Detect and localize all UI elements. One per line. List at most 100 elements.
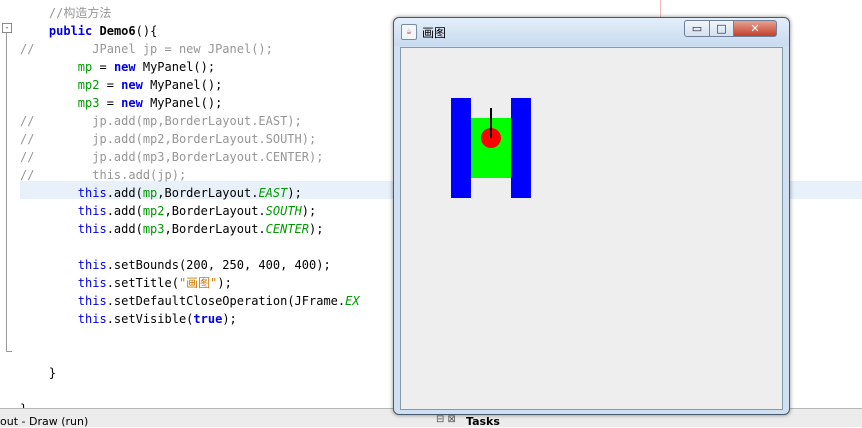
- code-token: .add(: [106, 204, 143, 218]
- code-token: public: [48, 24, 93, 38]
- code-token: mp3: [142, 222, 165, 236]
- code-line: // JPanel jp = new JPanel();: [20, 40, 273, 58]
- code-token: this: [77, 276, 107, 290]
- code-line: this.add(mp,BorderLayout.EAST);: [20, 184, 302, 202]
- code-token: mp: [142, 186, 158, 200]
- code-line: this.setDefaultCloseOperation(JFrame.EX: [20, 292, 360, 310]
- code-token: mp: [77, 60, 93, 74]
- code-token: this: [77, 294, 107, 308]
- code-token: );: [217, 276, 232, 290]
- output-tab-label[interactable]: out - Draw (run): [0, 415, 88, 428]
- code-token: .setBounds(200, 250, 400, 400);: [106, 258, 331, 272]
- minimize-button[interactable]: ▭: [684, 20, 710, 37]
- code-token: ,BorderLayout.: [164, 204, 266, 218]
- code-token: .add(: [106, 186, 143, 200]
- code-token: CENTER: [265, 222, 310, 236]
- code-line: //构造方法: [20, 4, 111, 22]
- code-token: EAST: [258, 186, 288, 200]
- code-token: EX: [345, 294, 360, 308]
- code-token: MyPanel();: [142, 96, 223, 110]
- code-token: );: [309, 222, 324, 236]
- code-token: new: [113, 60, 136, 74]
- code-token: MyPanel();: [135, 60, 216, 74]
- java-cup-icon[interactable]: ☕: [401, 24, 417, 40]
- tank-right-track: [511, 98, 531, 198]
- code-line: mp3 = new MyPanel();: [20, 94, 223, 112]
- code-token: =: [92, 60, 114, 74]
- code-token: // jp.add(mp3,BorderLayout.CENTER);: [20, 150, 324, 164]
- code-token: this: [77, 222, 107, 236]
- tasks-tab-label[interactable]: Tasks: [466, 415, 500, 428]
- code-token: mp2: [77, 78, 100, 92]
- code-token: );: [222, 312, 237, 326]
- drawing-window[interactable]: ☕ 画图 ▭ □ ✕: [393, 17, 790, 415]
- code-token: .add(: [106, 222, 143, 236]
- code-token: .setVisible(: [106, 312, 194, 326]
- code-token: true: [193, 312, 223, 326]
- code-token: mp3: [77, 96, 100, 110]
- code-token: //构造方法: [48, 6, 112, 20]
- code-token: MyPanel();: [142, 78, 223, 92]
- code-token: .setDefaultCloseOperation(JFrame.: [106, 294, 346, 308]
- drawing-canvas: [400, 47, 783, 410]
- tank-left-track: [451, 98, 471, 198]
- code-token: // jp.add(mp2,BorderLayout.SOUTH);: [20, 132, 317, 146]
- code-line: mp = new MyPanel();: [20, 58, 215, 76]
- code-token: this: [77, 204, 107, 218]
- code-token: .setTitle(: [106, 276, 179, 290]
- code-line: this.add(mp2,BorderLayout.SOUTH);: [20, 202, 316, 220]
- code-line: // this.add(jp);: [20, 166, 186, 184]
- close-button[interactable]: ✕: [733, 20, 777, 37]
- code-token: (){: [135, 24, 158, 38]
- fold-toggle-icon[interactable]: -: [2, 23, 12, 33]
- code-line: public Demo6(){: [20, 22, 157, 40]
- code-token: // JPanel jp = new JPanel();: [20, 42, 273, 56]
- code-line: // jp.add(mp2,BorderLayout.SOUTH);: [20, 130, 316, 148]
- code-token: // this.add(jp);: [20, 168, 187, 182]
- maximize-button[interactable]: □: [709, 20, 734, 37]
- code-token: "画图": [178, 276, 218, 290]
- code-token: SOUTH: [265, 204, 302, 218]
- panel-control-icons[interactable]: ⊟ ⊠: [436, 414, 456, 425]
- code-line: this.setTitle("画图");: [20, 274, 232, 292]
- code-token: );: [287, 186, 302, 200]
- code-line: }: [20, 364, 56, 382]
- code-line: // jp.add(mp,BorderLayout.EAST);: [20, 112, 302, 130]
- fold-guide-end: [6, 351, 12, 352]
- code-line: // jp.add(mp3,BorderLayout.CENTER);: [20, 148, 323, 166]
- code-token: Demo6: [99, 24, 136, 38]
- code-token: );: [301, 204, 317, 218]
- code-token: new: [121, 96, 143, 110]
- code-line: this.setVisible(true);: [20, 310, 237, 328]
- tank-barrel: [490, 108, 492, 138]
- code-token: mp2: [142, 204, 165, 218]
- code-line: mp2 = new MyPanel();: [20, 76, 223, 94]
- fold-guide: [6, 33, 7, 351]
- code-line: this.setBounds(200, 250, 400, 400);: [20, 256, 331, 274]
- code-token: new: [121, 78, 143, 92]
- window-title: 画图: [422, 26, 447, 40]
- code-token: ,BorderLayout.: [164, 222, 266, 236]
- code-token: this: [77, 258, 107, 272]
- code-line: this.add(mp3,BorderLayout.CENTER);: [20, 220, 324, 238]
- code-token: =: [99, 96, 122, 110]
- code-token: // jp.add(mp,BorderLayout.EAST);: [20, 114, 302, 128]
- code-token: ,BorderLayout.: [157, 186, 259, 200]
- window-titlebar[interactable]: ☕ 画图 ▭ □ ✕: [394, 18, 789, 46]
- code-token: }: [20, 366, 57, 380]
- code-token: this: [77, 186, 107, 200]
- editor-gutter: -: [0, 0, 14, 408]
